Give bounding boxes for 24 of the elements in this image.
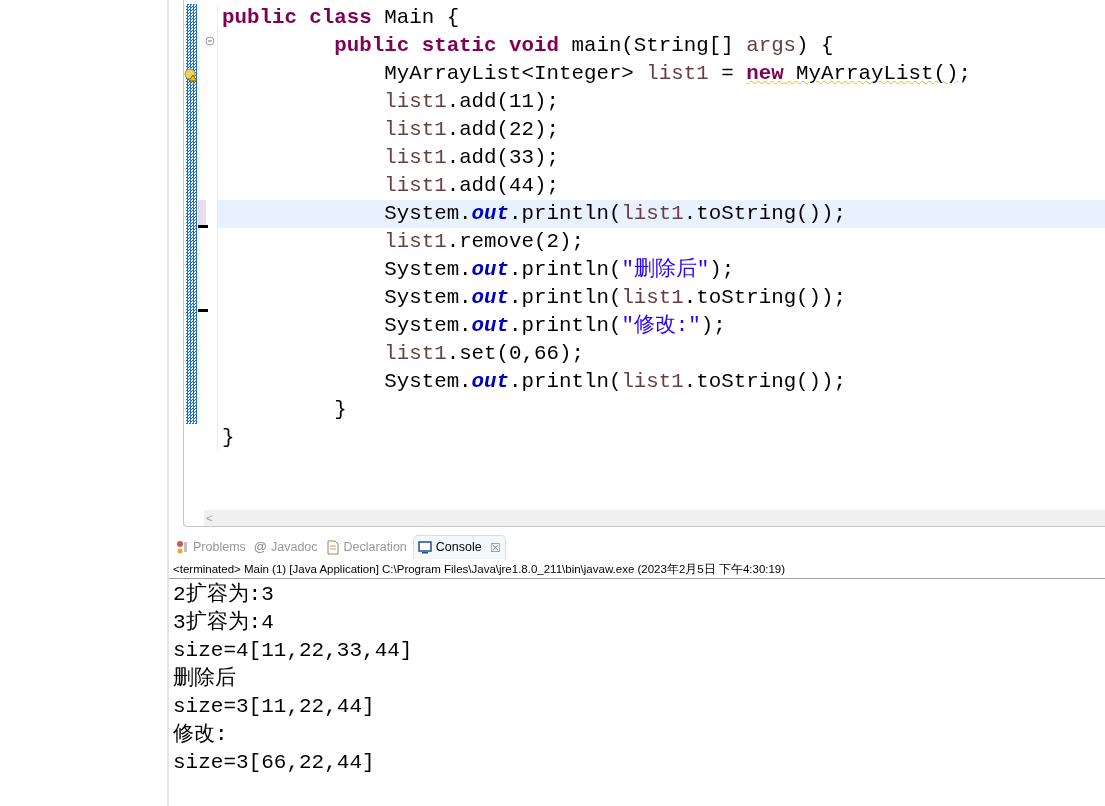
tab-label: Problems	[193, 538, 246, 556]
view-tab[interactable]: Declaration	[323, 535, 409, 559]
lightbulb-warning-icon	[184, 68, 198, 82]
view-tab[interactable]: Console ☒	[412, 535, 506, 559]
console-output-line: 2扩容为:3	[173, 581, 275, 608]
tab-label: Declaration	[343, 538, 407, 556]
monitor-icon	[417, 541, 432, 554]
view-tab[interactable]: Problems	[173, 535, 248, 559]
view-tab[interactable]: @ Javadoc	[251, 535, 320, 559]
tab-label: Console	[435, 539, 482, 557]
console-output-line: size=3[66,22,44]	[173, 750, 376, 776]
console-output-line: 删除后	[173, 665, 237, 692]
close-icon[interactable]: ☒	[489, 538, 501, 557]
problems-icon	[175, 540, 189, 554]
console-output-line: size=3[11,22,44]	[173, 694, 376, 720]
collapse-icon[interactable]	[205, 36, 215, 46]
console-header: <terminated> Main (1) [Java Application] C:\Program Files\Java\jre1.8.0_211\bin\javaw.exe (2023年2月5日 下午4:30:19)	[169, 559, 1105, 579]
console-output-line: size=4[11,22,33,44]	[173, 638, 414, 664]
tab-label: Javadoc	[271, 538, 318, 556]
at-sign-icon: @	[253, 537, 267, 557]
document-icon	[325, 539, 340, 555]
console-output-line: 3扩容为:4	[173, 609, 275, 636]
console-output-line: 修改:	[173, 722, 229, 748]
scroll-left-arrow[interactable]: <	[204, 512, 215, 524]
